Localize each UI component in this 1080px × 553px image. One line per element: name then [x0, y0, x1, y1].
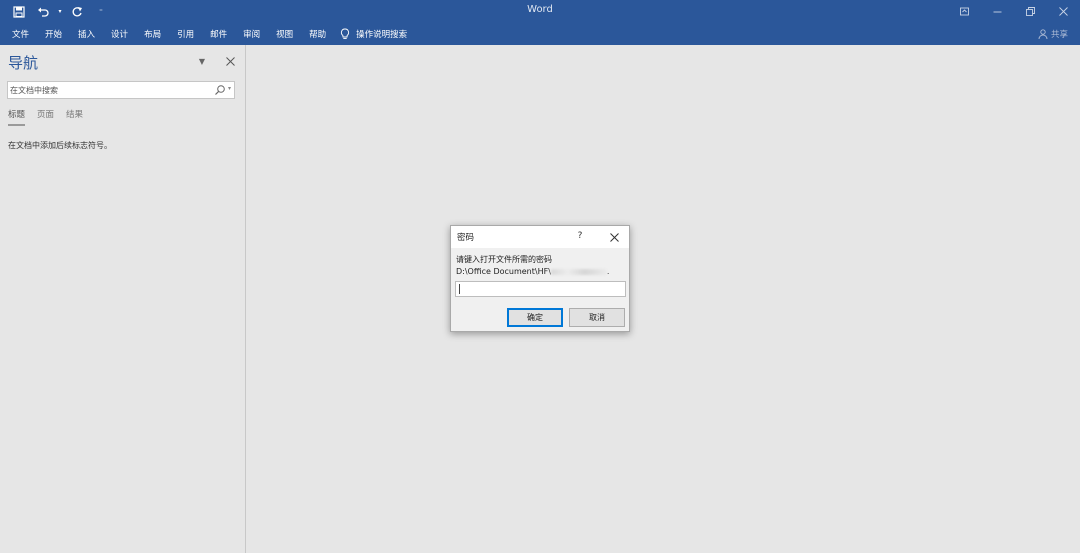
window-title: Word — [527, 4, 553, 15]
cancel-button[interactable]: 取消 — [569, 308, 625, 327]
nav-tab-results[interactable]: 结果 — [66, 108, 83, 126]
tab-layout[interactable]: 布局 — [136, 23, 169, 45]
customize-qat-icon[interactable]: ⁼ — [90, 1, 112, 23]
file-path-label: D:\Office Document\HF\. — [456, 267, 609, 276]
nav-tab-pages[interactable]: 页面 — [37, 108, 54, 126]
tab-design[interactable]: 设计 — [103, 23, 136, 45]
text-cursor — [459, 284, 460, 294]
quick-access-toolbar: ▾ ⁼ — [8, 0, 112, 23]
file-path-suffix: . — [606, 267, 610, 276]
share-label: 共享 — [1050, 30, 1068, 40]
tab-review[interactable]: 审阅 — [235, 23, 268, 45]
tab-home[interactable]: 开始 — [37, 23, 70, 45]
tab-insert[interactable]: 插入 — [70, 23, 103, 45]
ok-button[interactable]: 确定 — [507, 308, 563, 327]
nav-search-box: ▾ — [7, 81, 235, 99]
tab-view[interactable]: 视图 — [268, 23, 301, 45]
ribbon-tabs: 文件 开始 插入 设计 布局 引用 邮件 审阅 视图 帮助 操作说明搜索 — [4, 23, 407, 45]
password-input[interactable] — [455, 281, 626, 297]
nav-pane-options-icon[interactable]: ▼ — [196, 55, 208, 67]
tab-file[interactable]: 文件 — [4, 23, 37, 45]
navigation-pane: 导航 ▼ ▾ 标题 页面 结果 在文档中添加后续标志符号。 — [0, 45, 246, 553]
dialog-close-icon[interactable] — [607, 230, 621, 244]
tell-me-label: 操作说明搜索 — [356, 30, 408, 40]
redacted-filename — [550, 268, 607, 275]
tab-help[interactable]: 帮助 — [301, 23, 334, 45]
undo-icon[interactable] — [32, 1, 54, 23]
dialog-prompt: 请键入打开文件所需的密码 — [456, 255, 552, 264]
nav-tab-headings[interactable]: 标题 — [8, 108, 26, 126]
tell-me-search[interactable]: 操作说明搜索 — [334, 28, 407, 40]
nav-pane-hint: 在文档中添加后续标志符号。 — [8, 141, 112, 150]
share-button[interactable]: 共享 — [1038, 23, 1068, 45]
close-icon[interactable] — [1047, 0, 1080, 23]
search-icon[interactable] — [214, 84, 226, 96]
minimize-icon[interactable] — [981, 0, 1014, 23]
help-icon[interactable]: ? — [573, 229, 587, 243]
dialog-title-bar: 密码 ? — [451, 226, 629, 248]
person-icon — [1038, 29, 1048, 39]
search-options-icon[interactable]: ▾ — [228, 85, 231, 92]
title-bar: ▾ ⁼ Word — [0, 0, 1080, 23]
nav-pane-close-icon[interactable] — [223, 54, 237, 68]
nav-pane-tabs: 标题 页面 结果 — [8, 108, 83, 126]
nav-pane-title: 导航 — [8, 54, 39, 72]
ribbon-display-options-icon[interactable] — [948, 0, 981, 23]
document-area — [247, 45, 1080, 553]
ribbon-tabs-bar: 文件 开始 插入 设计 布局 引用 邮件 审阅 视图 帮助 操作说明搜索 共享 — [0, 23, 1080, 45]
redo-icon[interactable] — [66, 1, 88, 23]
tab-mailings[interactable]: 邮件 — [202, 23, 235, 45]
save-icon[interactable] — [8, 1, 30, 23]
tab-references[interactable]: 引用 — [169, 23, 202, 45]
restore-icon[interactable] — [1014, 0, 1047, 23]
lightbulb-icon — [341, 28, 350, 39]
password-dialog: 密码 ? 请键入打开文件所需的密码 D:\Office Document\HF\… — [450, 225, 630, 332]
undo-dropdown-icon[interactable]: ▾ — [56, 1, 64, 23]
dialog-title: 密码 — [457, 233, 475, 243]
nav-search-input[interactable] — [10, 83, 208, 97]
file-path-text: D:\Office Document\HF\ — [456, 267, 551, 276]
window-controls — [948, 0, 1080, 23]
